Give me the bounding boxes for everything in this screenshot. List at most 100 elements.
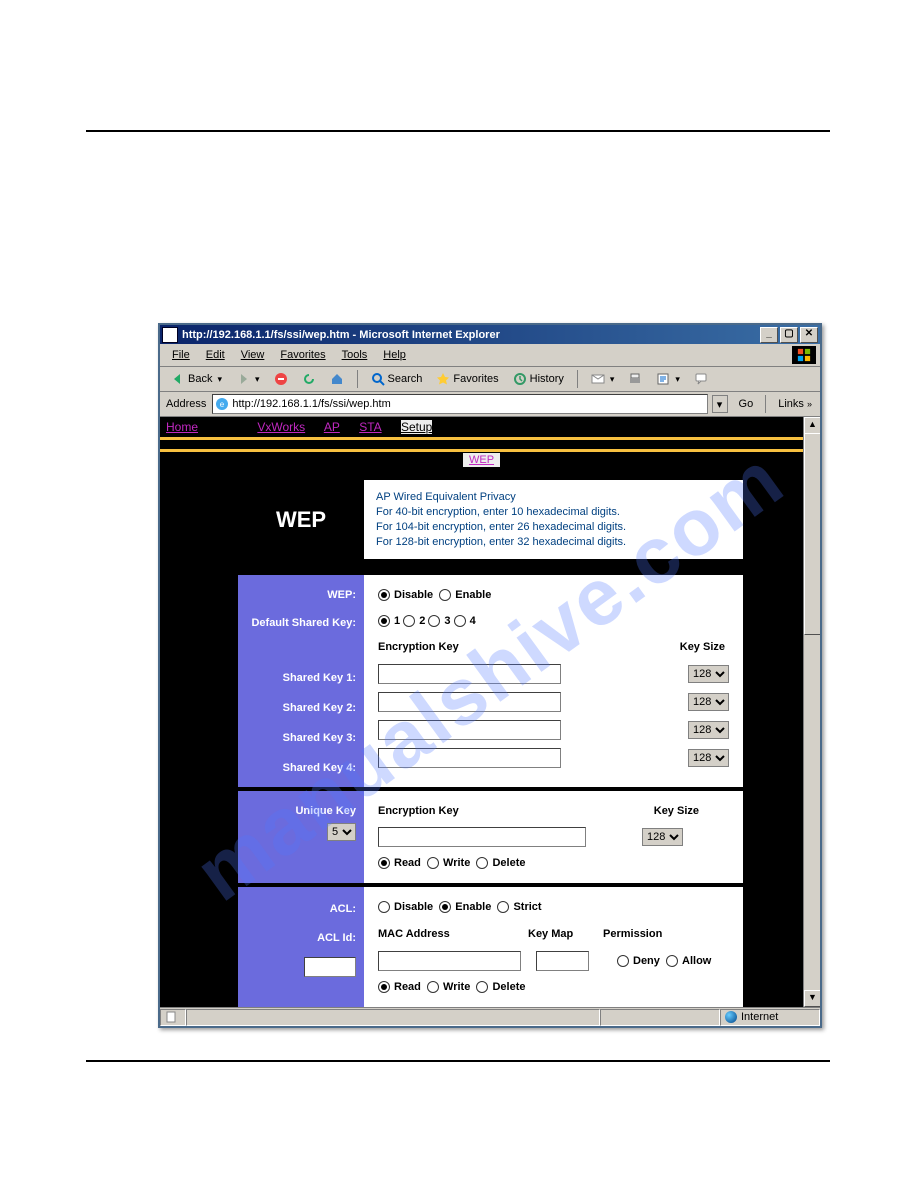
menu-view[interactable]: View: [233, 347, 273, 363]
menu-favorites[interactable]: Favorites: [272, 347, 333, 363]
radio-acl-disable-input[interactable]: [378, 901, 390, 913]
address-dropdown-icon[interactable]: ▾: [712, 395, 728, 413]
radio-wep-disable-input[interactable]: [378, 589, 390, 601]
radio-default-3-input[interactable]: [428, 615, 440, 627]
unique-key-select[interactable]: 5: [327, 823, 356, 841]
radio-wep-enable-input[interactable]: [439, 589, 451, 601]
discuss-button[interactable]: [689, 370, 713, 388]
nav-vxworks[interactable]: VxWorks: [257, 420, 305, 434]
shared-key-4-size[interactable]: 128: [688, 749, 729, 767]
titlebar[interactable]: http://192.168.1.1/fs/ssi/wep.htm - Micr…: [160, 325, 820, 344]
unique-key-input[interactable]: [378, 827, 586, 847]
scroll-down-button[interactable]: ▼: [804, 990, 821, 1007]
nav-ap[interactable]: AP: [324, 420, 340, 434]
radio-perm-deny-input[interactable]: [617, 955, 629, 967]
toolbar-separator-2: [577, 370, 578, 388]
history-button[interactable]: History: [508, 370, 569, 388]
statusbar: Internet: [160, 1007, 820, 1026]
forward-button[interactable]: ▾: [231, 370, 265, 388]
radio-unique-delete-input[interactable]: [476, 857, 488, 869]
radio-unique-read[interactable]: Read: [378, 857, 421, 869]
stop-button[interactable]: [269, 370, 293, 388]
search-icon: [371, 372, 385, 386]
vertical-scrollbar[interactable]: ▲ ▼: [803, 417, 820, 1007]
mac-address-input[interactable]: [378, 951, 521, 971]
menu-help[interactable]: Help: [375, 347, 414, 363]
back-dropdown-icon[interactable]: ▾: [217, 374, 222, 385]
back-arrow-icon: [171, 372, 185, 386]
subnav-wep[interactable]: WEP: [463, 453, 500, 467]
key-map-input[interactable]: [536, 951, 589, 971]
label-unique-key: Unique Key: [242, 805, 356, 817]
nav-home[interactable]: Home: [166, 420, 198, 434]
shared-key-2-input[interactable]: [378, 692, 561, 712]
radio-unique-delete[interactable]: Delete: [476, 857, 525, 869]
page-rule-top: [86, 130, 830, 132]
radio-unique-write[interactable]: Write: [427, 857, 470, 869]
radio-perm-allow-input[interactable]: [666, 955, 678, 967]
menu-edit[interactable]: Edit: [198, 347, 233, 363]
shared-key-1-input[interactable]: [378, 664, 561, 684]
scroll-up-button[interactable]: ▲: [804, 417, 821, 434]
radio-wep-enable[interactable]: Enable: [439, 589, 491, 601]
menu-tools[interactable]: Tools: [334, 347, 376, 363]
acl-id-input[interactable]: [304, 957, 356, 977]
go-button[interactable]: Go: [732, 398, 758, 410]
radio-acl-delete[interactable]: Delete: [476, 981, 525, 993]
maximize-button[interactable]: ▢: [780, 327, 798, 343]
status-zone-label: Internet: [741, 1011, 778, 1023]
address-input[interactable]: e http://192.168.1.1/fs/ssi/wep.htm: [212, 394, 707, 414]
radio-acl-enable[interactable]: Enable: [439, 901, 491, 913]
col-encryption-key: Encryption Key: [378, 641, 459, 653]
edit-dropdown-icon[interactable]: ▾: [675, 374, 680, 385]
unique-key-size[interactable]: 128: [642, 828, 683, 846]
edit-button[interactable]: ▾: [651, 370, 685, 388]
mail-dropdown-icon[interactable]: ▾: [610, 374, 615, 385]
radio-perm-deny[interactable]: Deny: [617, 955, 660, 967]
radio-acl-strict[interactable]: Strict: [497, 901, 541, 913]
print-button[interactable]: [623, 370, 647, 388]
search-button[interactable]: Search: [366, 370, 428, 388]
mail-button[interactable]: ▾: [586, 370, 620, 388]
radio-wep-disable[interactable]: Disable: [378, 589, 433, 601]
radio-acl-read-input[interactable]: [378, 981, 390, 993]
radio-acl-strict-input[interactable]: [497, 901, 509, 913]
radio-acl-write-input[interactable]: [427, 981, 439, 993]
forward-arrow-icon: [236, 372, 250, 386]
nav-sta[interactable]: STA: [359, 420, 381, 434]
refresh-button[interactable]: [297, 370, 321, 388]
home-button[interactable]: [325, 370, 349, 388]
menu-file[interactable]: File: [164, 347, 198, 363]
radio-acl-write[interactable]: Write: [427, 981, 470, 993]
refresh-icon: [302, 372, 316, 386]
favorites-button[interactable]: Favorites: [431, 370, 503, 388]
radio-acl-disable[interactable]: Disable: [378, 901, 433, 913]
forward-dropdown-icon[interactable]: ▾: [255, 374, 260, 385]
shared-key-2-size[interactable]: 128: [688, 693, 729, 711]
radio-default-4-input[interactable]: [454, 615, 466, 627]
shared-key-4-input[interactable]: [378, 748, 561, 768]
shared-key-1-size[interactable]: 128: [688, 665, 729, 683]
close-button[interactable]: ✕: [800, 327, 818, 343]
radio-default-1[interactable]: 1: [378, 615, 400, 627]
radio-default-4[interactable]: 4: [454, 615, 476, 627]
radio-perm-allow[interactable]: Allow: [666, 955, 711, 967]
radio-acl-enable-input[interactable]: [439, 901, 451, 913]
scroll-thumb[interactable]: [804, 433, 821, 635]
radio-default-2[interactable]: 2: [403, 615, 425, 627]
shared-key-3-size[interactable]: 128: [688, 721, 729, 739]
wep-desc-line2: For 40-bit encryption, enter 10 hexadeci…: [376, 505, 731, 520]
minimize-button[interactable]: _: [760, 327, 778, 343]
radio-unique-read-input[interactable]: [378, 857, 390, 869]
shared-key-3-input[interactable]: [378, 720, 561, 740]
radio-acl-delete-input[interactable]: [476, 981, 488, 993]
go-label: Go: [739, 398, 754, 410]
nav-setup[interactable]: Setup: [401, 420, 432, 434]
radio-default-2-input[interactable]: [403, 615, 415, 627]
radio-acl-read[interactable]: Read: [378, 981, 421, 993]
radio-default-3[interactable]: 3: [428, 615, 450, 627]
back-button[interactable]: Back ▾: [166, 370, 227, 388]
radio-unique-write-input[interactable]: [427, 857, 439, 869]
radio-default-1-input[interactable]: [378, 615, 390, 627]
links-button[interactable]: Links »: [774, 398, 816, 410]
